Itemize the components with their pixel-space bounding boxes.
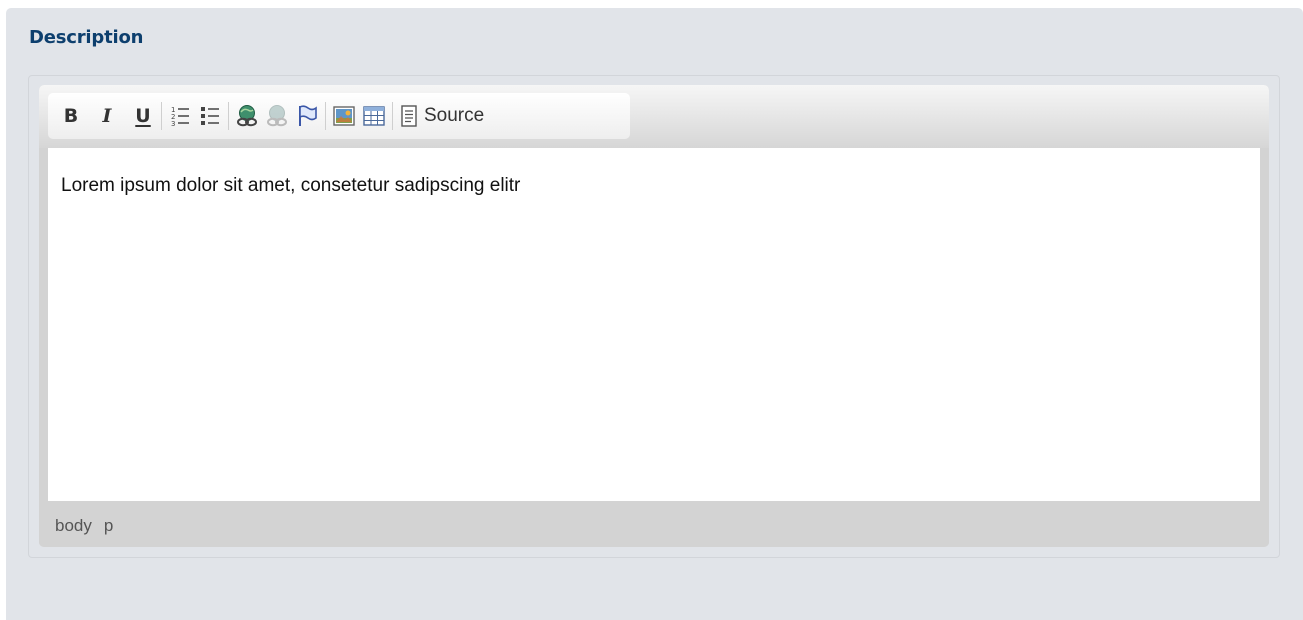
section-title: Description [29, 27, 144, 48]
italic-icon: I [102, 105, 112, 127]
rich-text-editor: B I U 1 2 3 Source Lorem ipsum dolor sit… [39, 85, 1269, 547]
editor-toolbar: B I U 1 2 3 Source [48, 93, 630, 139]
bulleted-list-icon [201, 107, 219, 125]
anchor-button[interactable] [292, 101, 322, 131]
editor-content-area[interactable]: Lorem ipsum dolor sit amet, consetetur s… [48, 148, 1260, 501]
element-path: body p [55, 516, 113, 536]
path-item-p[interactable]: p [104, 516, 113, 536]
toolbar-separator [325, 102, 326, 130]
numbered-list-button[interactable]: 1 2 3 [165, 101, 195, 131]
table-icon [363, 106, 385, 126]
link-button[interactable] [232, 101, 262, 131]
italic-button[interactable]: I [92, 101, 122, 131]
link-icon [237, 105, 257, 127]
anchor-flag-icon [299, 105, 317, 126]
path-item-body[interactable]: body [55, 516, 92, 536]
numbered-list-icon: 1 2 3 [171, 106, 189, 127]
source-icon [401, 105, 417, 127]
bold-button[interactable]: B [56, 101, 86, 131]
svg-text:3: 3 [171, 120, 175, 127]
unlink-button[interactable] [262, 101, 292, 131]
bulleted-list-button[interactable] [195, 101, 225, 131]
unlink-icon [267, 105, 287, 127]
image-button[interactable] [329, 101, 359, 131]
editor-content-text[interactable]: Lorem ipsum dolor sit amet, consetetur s… [61, 175, 520, 197]
source-button[interactable]: Source [396, 101, 490, 131]
table-button[interactable] [359, 101, 389, 131]
toolbar-separator [392, 102, 393, 130]
underline-icon: U [135, 105, 151, 127]
bold-icon: B [63, 105, 79, 127]
source-label: Source [424, 105, 485, 126]
underline-button[interactable]: U [128, 101, 158, 131]
toolbar-separator [161, 102, 162, 130]
image-icon [333, 106, 355, 126]
editor-statusbar: body p [39, 501, 1269, 547]
toolbar-separator [228, 102, 229, 130]
